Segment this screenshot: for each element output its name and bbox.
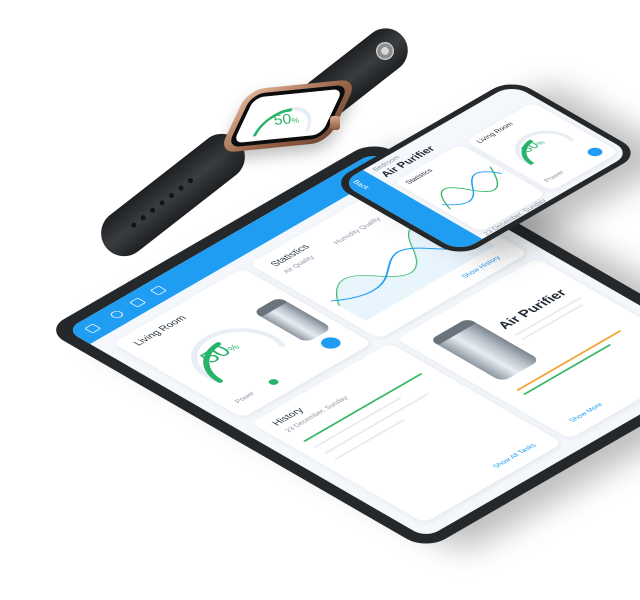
watch-gauge-value: 50% (272, 111, 300, 129)
show-more-link[interactable]: Show More (568, 402, 605, 423)
product-bar-green (523, 344, 612, 395)
watch-crown[interactable] (330, 116, 340, 130)
strap-pin (372, 38, 398, 64)
settings-icon[interactable] (149, 285, 168, 296)
home-icon[interactable] (83, 323, 102, 334)
phone-power-label: Power (543, 170, 567, 184)
power-label: Power (233, 391, 258, 405)
strap-hole (177, 184, 185, 192)
strap-hole (139, 214, 147, 222)
strap-hole (130, 221, 138, 229)
air-purifier-image (429, 318, 541, 382)
show-all-tasks-link[interactable]: Show All Tasks (492, 443, 538, 470)
calendar-icon[interactable] (129, 297, 147, 308)
clock-icon[interactable] (108, 309, 126, 320)
phone-control-button[interactable] (584, 146, 606, 158)
strap-hole (149, 206, 157, 214)
strap-hole (158, 199, 166, 207)
strap-hole (186, 177, 194, 185)
purifier-control-button[interactable] (316, 335, 345, 351)
power-toggle[interactable] (266, 378, 281, 386)
watch-face[interactable]: 50% (232, 88, 344, 144)
strap-hole (168, 192, 176, 200)
